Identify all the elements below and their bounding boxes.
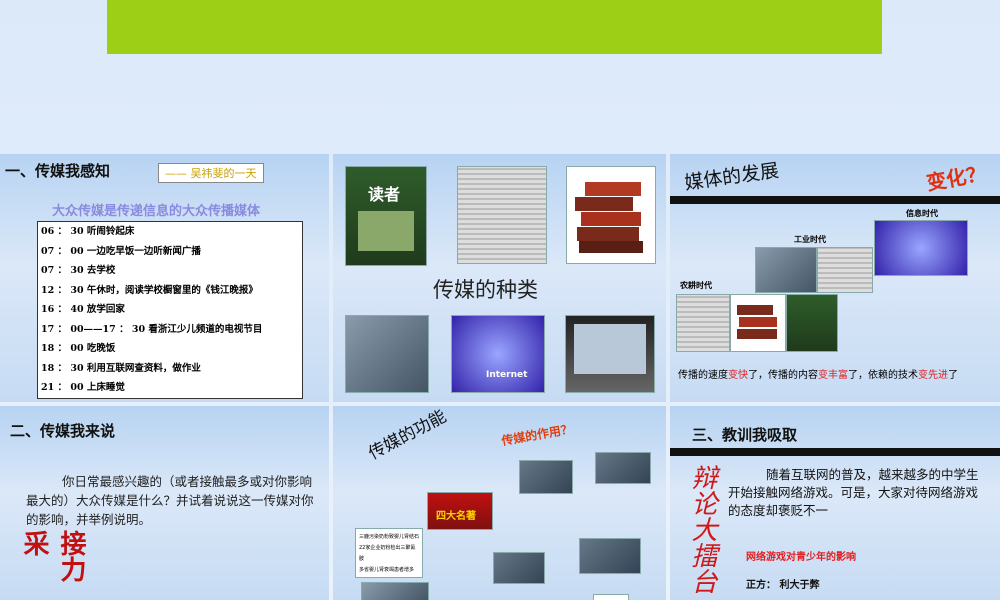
books-image [566,166,656,264]
news-photo1 [519,460,573,494]
debate-side: 正方： 利大于弊 [746,580,820,591]
headline-line: 多省婴儿肾衰竭患者增多 [359,567,415,573]
era-industrial-image2 [817,247,873,293]
news-photo6 [593,594,629,600]
relay-vertical-text: 接力采 [19,530,86,582]
schedule-item: 07 ： 00 一边吃早饭一边听新闻广播 [41,245,201,257]
slide2-title: 传媒的种类 [433,278,538,302]
debate-topic: 网络游戏对青少年的影响 [746,552,856,563]
function-question: 传媒的作用？ [500,421,574,449]
schedule-item: 06 ： 30 听闹铃起床 [41,226,135,237]
title-banner [107,0,882,54]
slide4-title: 二、传媒我来说 [10,422,116,440]
caption-highlight: 变快 [728,370,748,381]
internet-map-image: Internet [451,315,545,393]
development-caption: 传播的速度变快了，传播的内容变丰富了，依赖的技术变先进了 [678,366,958,381]
caption-highlight: 变先进 [918,370,948,381]
slide1-subtitle: —— 吴祎斐的一天 [158,163,264,183]
slide-media-functions[interactable]: 传媒的功能 传媒的作用？ 四大名著 三鹿污染奶粉致婴儿肾结石 22家企业奶粉检出… [333,406,666,600]
internet-label: Internet [486,370,528,380]
tv-image [565,315,655,393]
slide6-body: 随着互联网的普及，越来越多的中学生开始接触网络游戏。可是，大家对待网络游戏的态度… [728,467,979,518]
slide1-title: 一、传媒我感知 [5,162,111,180]
era-agricultural-label: 农耕时代 [680,281,712,290]
classics-card-text: 四大名著 [436,511,476,522]
slide-media-types[interactable]: 读者 传媒的种类 Internet [333,154,666,402]
books-icon [737,305,777,339]
schedule-item: 17 ： 00——17 ： 30 看浙江少儿频道的电视节目 [41,323,263,335]
schedule-item: 16 ： 40 放学回家 [41,304,125,315]
news-headline-card: 三鹿污染奶粉致婴儿肾结石 22家企业奶粉检出三聚氰胺 多省婴儿肾衰竭患者增多 [355,528,423,578]
slide5-title: 传媒的功能 [365,406,450,465]
caption-highlight: 变丰富 [818,370,848,381]
era-industrial-image1 [755,247,817,293]
era-agri-image2 [730,294,786,352]
magazine-logo: 读者 [368,185,401,204]
schedule-item: 18 ： 30 利用互联网查资料，做作业 [41,362,201,374]
debate-vertical-text: 辩论大擂台 [687,464,717,594]
headline-line: 三鹿污染奶粉致婴儿肾结石 [359,534,420,540]
news-photo3 [493,552,545,584]
schedule-item: 12 ： 30 午休时，阅读学校橱窗里的《钱江晚报》 [41,284,258,296]
caption-part: 了，依赖的技术 [848,370,918,381]
slide6-title: 三、教训我吸取 [692,426,798,444]
classics-card: 四大名著 [427,492,493,530]
title-stripe [670,196,1000,204]
caption-part: 了，传播的内容 [748,370,818,381]
era-info-image [874,220,968,276]
era-agri-image1 [676,294,730,352]
slide-media-discussion[interactable]: 二、传媒我来说 你日常最感兴趣的（或者接触最多或对你影响最大的）大众传媒是什么？… [0,406,329,600]
slide1-headline: 大众传媒是传递信息的大众传播媒体 [52,204,261,219]
era-agri-image3 [786,294,838,352]
slide-media-development[interactable]: 媒体的发展 变化？ 信息时代 工业时代 农耕时代 传播的速度变快了，传播的内容变… [670,154,1000,402]
title-stripe [670,448,1000,456]
change-exclaim: 变化？ [924,160,988,196]
slide-grid: { "panel1": { "title": "一、传媒我感知", "subti… [0,0,1000,600]
slide4-body: 你日常最感兴趣的（或者接触最多或对你影响最大的）大众传媒是什么？并试着说说这一传… [26,474,314,527]
caption-part: 了 [948,370,958,381]
news-photo4 [579,538,641,574]
magazine-image: 读者 [345,166,427,266]
slide-lessons-learned[interactable]: 三、教训我吸取 辩论大擂台 随着互联网的普及，越来越多的中学生开始接触网络游戏。… [670,406,1000,600]
books-icon [575,182,643,253]
daily-schedule: 06 ： 30 听闹铃起床 07 ： 00 一边吃早饭一边听新闻广播 07 ： … [37,221,303,399]
broadcast-studio-image [345,315,429,393]
news-photo5 [361,582,429,600]
schedule-item: 07 ： 30 去学校 [41,265,116,276]
caption-part: 传播的速度 [678,370,728,381]
slide-media-perception[interactable]: 一、传媒我感知 —— 吴祎斐的一天 大众传媒是传递信息的大众传播媒体 06 ： … [0,154,329,402]
schedule-item: 18 ： 00 吃晚饭 [41,343,116,354]
news-photo2 [595,452,651,484]
headline-line: 22家企业奶粉检出三聚氰胺 [359,545,416,562]
era-info-label: 信息时代 [906,209,938,218]
schedule-item: 21 ： 00 上床睡觉 [41,382,125,393]
slide3-title: 媒体的发展 [683,159,781,195]
newspaper-image [457,166,547,264]
era-industrial-label: 工业时代 [794,235,826,244]
